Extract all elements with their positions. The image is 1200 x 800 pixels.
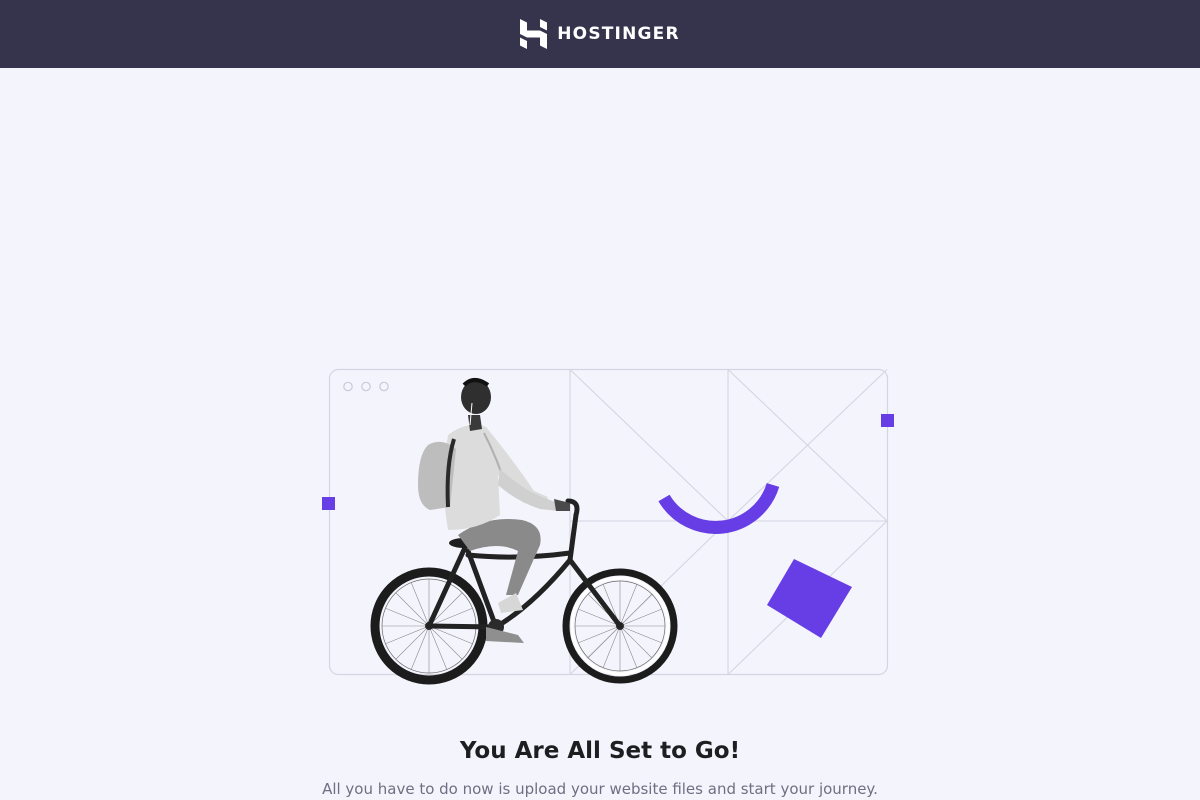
accent-square-left xyxy=(322,497,335,510)
hero-illustration xyxy=(318,365,898,685)
hero-subtitle: All you have to do now is upload your we… xyxy=(322,780,878,798)
cyclist-photo xyxy=(370,378,678,685)
accent-square-right xyxy=(881,414,894,427)
brand-link[interactable]: HOSTINGER xyxy=(520,19,680,49)
top-bar: HOSTINGER xyxy=(0,0,1200,68)
illustration-graphic xyxy=(322,368,894,685)
browser-window-icon xyxy=(328,368,889,676)
brand-name: HOSTINGER xyxy=(557,24,680,44)
hostinger-logo-icon xyxy=(520,19,548,49)
accent-diamond xyxy=(767,559,852,638)
hero-title: You Are All Set to Go! xyxy=(459,738,741,764)
